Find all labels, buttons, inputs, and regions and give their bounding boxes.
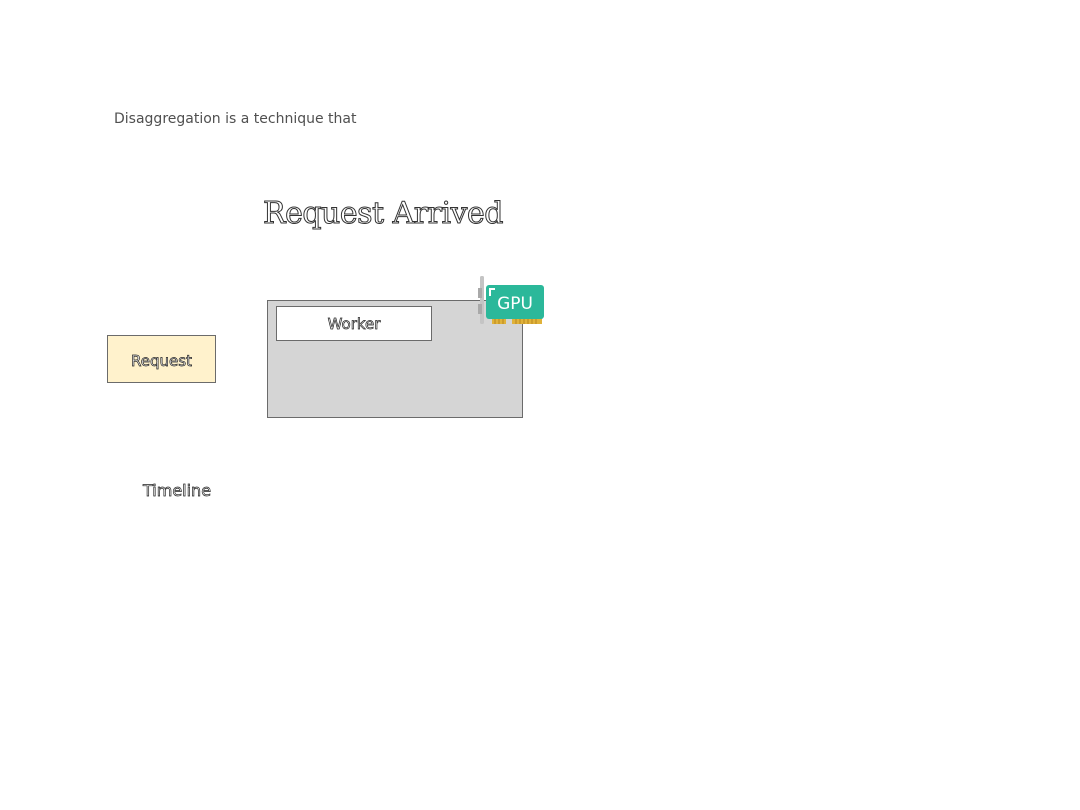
timeline-label: Timeline — [143, 481, 212, 501]
worker-label: Worker — [327, 314, 381, 333]
request-box: Request — [107, 335, 216, 383]
gpu-card-icon: GPU — [478, 276, 544, 324]
gpu-bracket-tab — [478, 288, 482, 298]
gpu-bracket — [480, 276, 484, 324]
worker-box: Worker — [276, 306, 432, 341]
request-label: Request — [131, 352, 193, 371]
gpu-bracket-tab — [478, 304, 482, 314]
gpu-label: GPU — [497, 294, 533, 314]
stage-heading: Request Arrived — [263, 196, 504, 232]
intro-text: Disaggregation is a technique that — [114, 111, 357, 127]
